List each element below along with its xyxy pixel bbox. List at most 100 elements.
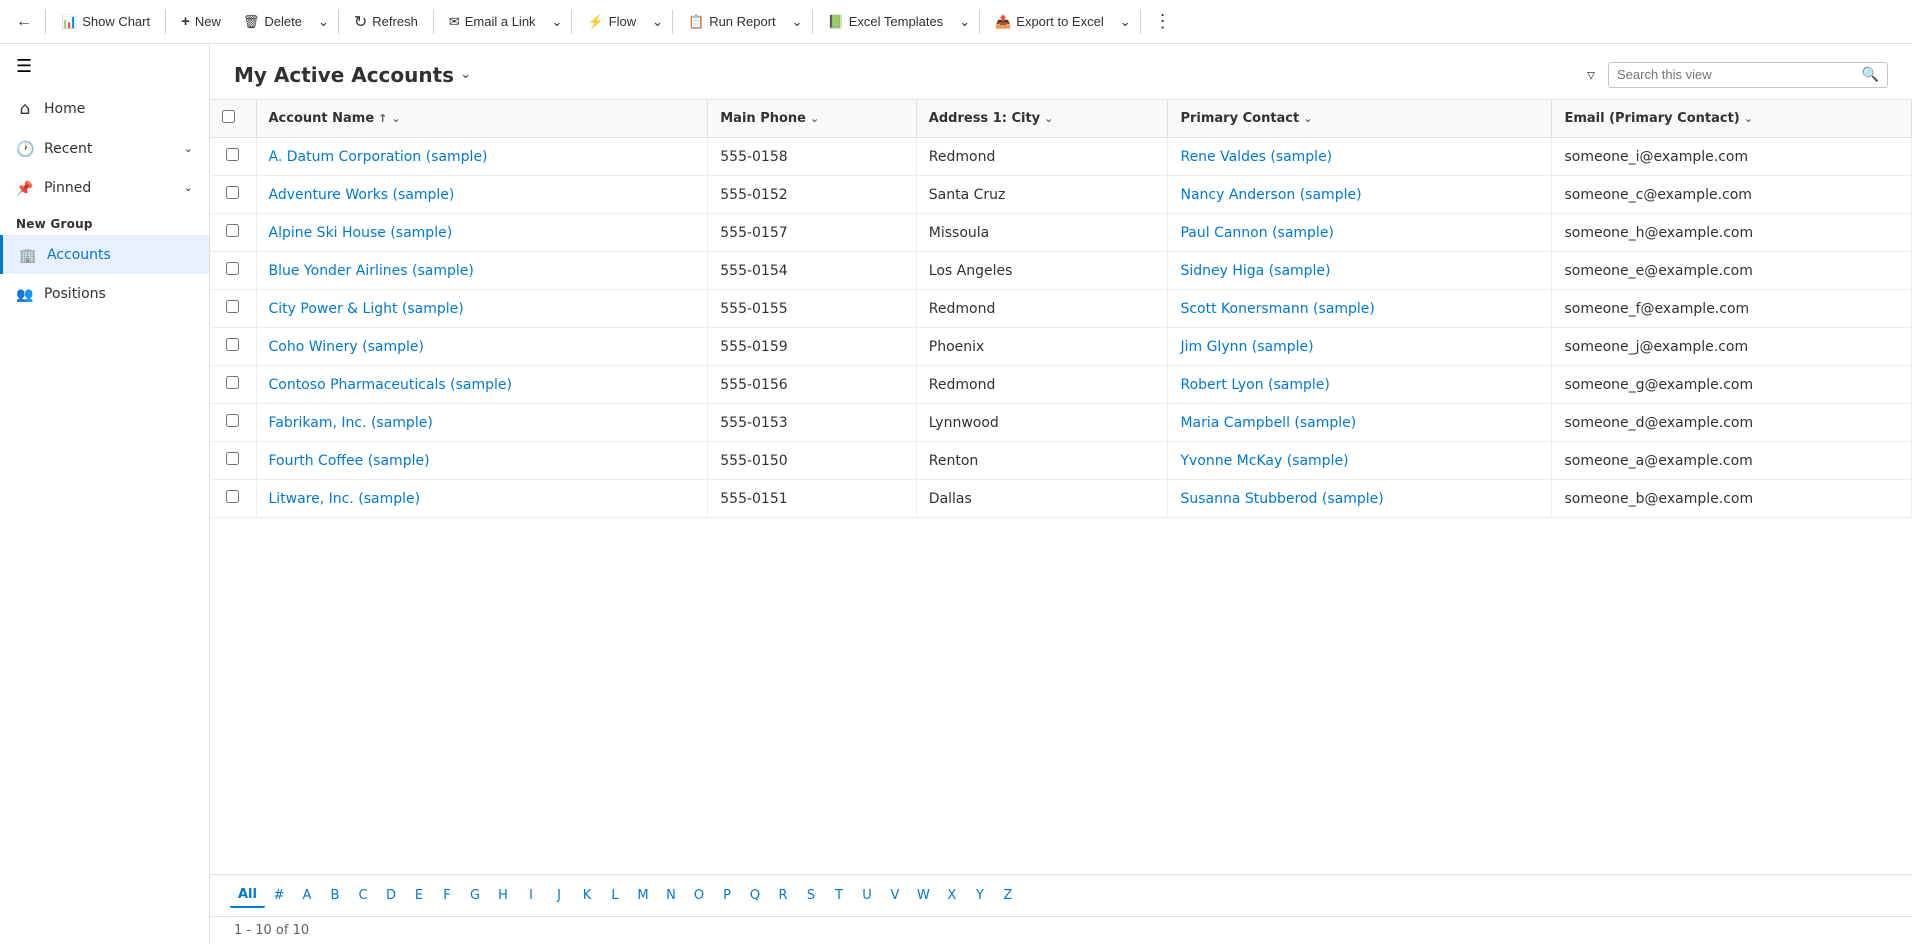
alpha-x[interactable]: X xyxy=(938,884,966,907)
sort-dropdown-icon[interactable]: ⌄ xyxy=(391,112,400,125)
row-account-name-1[interactable]: Adventure Works (sample) xyxy=(256,176,708,214)
new-button[interactable]: New xyxy=(171,7,231,36)
row-check-7[interactable] xyxy=(226,414,239,427)
row-account-name-2[interactable]: Alpine Ski House (sample) xyxy=(256,214,708,252)
row-check-4[interactable] xyxy=(226,300,239,313)
sidebar-item-recent[interactable]: Recent ⌄ xyxy=(0,129,209,168)
th-main-phone[interactable]: Main Phone ⌄ xyxy=(708,100,917,138)
flow-chevron[interactable]: ⌄ xyxy=(648,8,667,36)
select-all-checkbox[interactable] xyxy=(222,110,235,123)
row-contact-6[interactable]: Robert Lyon (sample) xyxy=(1168,366,1552,404)
alpha-all[interactable]: All xyxy=(230,883,265,908)
sidebar-item-accounts[interactable]: Accounts xyxy=(0,235,209,274)
row-check-8[interactable] xyxy=(226,452,239,465)
excel-templates-button[interactable]: Excel Templates xyxy=(818,8,954,36)
row-contact-3[interactable]: Sidney Higa (sample) xyxy=(1168,252,1552,290)
row-checkbox-1[interactable] xyxy=(210,176,256,214)
alpha-i[interactable]: I xyxy=(517,884,545,907)
row-contact-1[interactable]: Nancy Anderson (sample) xyxy=(1168,176,1552,214)
search-icon[interactable]: 🔍 xyxy=(1862,67,1879,83)
alpha-y[interactable]: Y xyxy=(966,884,994,907)
row-check-5[interactable] xyxy=(226,338,239,351)
row-check-9[interactable] xyxy=(226,490,239,503)
row-account-name-9[interactable]: Litware, Inc. (sample) xyxy=(256,480,708,518)
alpha-o[interactable]: O xyxy=(685,884,713,907)
row-contact-4[interactable]: Scott Konersmann (sample) xyxy=(1168,290,1552,328)
row-checkbox-6[interactable] xyxy=(210,366,256,404)
search-input[interactable] xyxy=(1617,67,1856,82)
alpha-a[interactable]: A xyxy=(293,884,321,907)
delete-chevron[interactable]: ⌄ xyxy=(314,8,333,36)
alpha-n[interactable]: N xyxy=(657,884,685,907)
alpha-s[interactable]: S xyxy=(797,884,825,907)
sidebar-item-home[interactable]: Home xyxy=(0,89,209,129)
row-checkbox-0[interactable] xyxy=(210,138,256,176)
more-options-button[interactable] xyxy=(1146,5,1180,38)
row-check-0[interactable] xyxy=(226,148,239,161)
alpha-p[interactable]: P xyxy=(713,884,741,907)
alpha-c[interactable]: C xyxy=(349,884,377,907)
row-contact-5[interactable]: Jim Glynn (sample) xyxy=(1168,328,1552,366)
row-checkbox-8[interactable] xyxy=(210,442,256,480)
run-report-button[interactable]: Run Report xyxy=(678,8,786,36)
alpha-g[interactable]: G xyxy=(461,884,489,907)
row-contact-7[interactable]: Maria Campbell (sample) xyxy=(1168,404,1552,442)
alpha-#[interactable]: # xyxy=(265,884,293,907)
row-account-name-0[interactable]: A. Datum Corporation (sample) xyxy=(256,138,708,176)
hamburger-button[interactable] xyxy=(0,44,209,89)
row-account-name-5[interactable]: Coho Winery (sample) xyxy=(256,328,708,366)
city-sort-icon[interactable]: ⌄ xyxy=(1044,112,1053,125)
excel-templates-chevron[interactable]: ⌄ xyxy=(955,8,974,36)
email-sort-icon[interactable]: ⌄ xyxy=(1744,112,1753,125)
row-check-2[interactable] xyxy=(226,224,239,237)
row-contact-2[interactable]: Paul Cannon (sample) xyxy=(1168,214,1552,252)
show-chart-button[interactable]: Show Chart xyxy=(51,8,160,36)
report-chevron[interactable]: ⌄ xyxy=(788,8,807,36)
export-chevron[interactable]: ⌄ xyxy=(1116,8,1135,36)
refresh-button[interactable]: Refresh xyxy=(344,6,428,38)
sidebar-item-positions[interactable]: Positions xyxy=(0,274,209,313)
export-excel-button[interactable]: Export to Excel xyxy=(985,8,1114,36)
alpha-v[interactable]: V xyxy=(881,884,909,907)
alpha-e[interactable]: E xyxy=(405,884,433,907)
contact-sort-icon[interactable]: ⌄ xyxy=(1303,112,1312,125)
alpha-u[interactable]: U xyxy=(853,884,881,907)
alpha-t[interactable]: T xyxy=(825,884,853,907)
row-checkbox-3[interactable] xyxy=(210,252,256,290)
alpha-l[interactable]: L xyxy=(601,884,629,907)
th-city[interactable]: Address 1: City ⌄ xyxy=(916,100,1168,138)
alpha-j[interactable]: J xyxy=(545,884,573,907)
flow-button[interactable]: Flow xyxy=(577,8,646,36)
row-contact-8[interactable]: Yvonne McKay (sample) xyxy=(1168,442,1552,480)
alpha-m[interactable]: M xyxy=(629,884,657,907)
th-email[interactable]: Email (Primary Contact) ⌄ xyxy=(1552,100,1912,138)
row-contact-9[interactable]: Susanna Stubberod (sample) xyxy=(1168,480,1552,518)
alpha-k[interactable]: K xyxy=(573,884,601,907)
alpha-h[interactable]: H xyxy=(489,884,517,907)
alpha-b[interactable]: B xyxy=(321,884,349,907)
row-account-name-6[interactable]: Contoso Pharmaceuticals (sample) xyxy=(256,366,708,404)
alpha-w[interactable]: W xyxy=(909,884,938,907)
email-chevron[interactable]: ⌄ xyxy=(548,8,567,36)
alpha-d[interactable]: D xyxy=(377,884,405,907)
row-account-name-3[interactable]: Blue Yonder Airlines (sample) xyxy=(256,252,708,290)
alpha-r[interactable]: R xyxy=(769,884,797,907)
row-account-name-8[interactable]: Fourth Coffee (sample) xyxy=(256,442,708,480)
th-account-name[interactable]: Account Name ↑ ⌄ xyxy=(256,100,708,138)
row-check-3[interactable] xyxy=(226,262,239,275)
row-check-6[interactable] xyxy=(226,376,239,389)
delete-button[interactable]: Delete xyxy=(233,8,312,36)
row-checkbox-4[interactable] xyxy=(210,290,256,328)
filter-icon[interactable]: ▿ xyxy=(1582,60,1600,89)
row-checkbox-9[interactable] xyxy=(210,480,256,518)
sidebar-item-pinned[interactable]: Pinned ⌄ xyxy=(0,168,209,207)
alpha-q[interactable]: Q xyxy=(741,884,769,907)
email-link-button[interactable]: Email a Link xyxy=(439,8,546,36)
row-check-1[interactable] xyxy=(226,186,239,199)
alpha-f[interactable]: F xyxy=(433,884,461,907)
row-checkbox-7[interactable] xyxy=(210,404,256,442)
row-contact-0[interactable]: Rene Valdes (sample) xyxy=(1168,138,1552,176)
search-box[interactable]: 🔍 xyxy=(1608,62,1888,88)
th-primary-contact[interactable]: Primary Contact ⌄ xyxy=(1168,100,1552,138)
row-account-name-4[interactable]: City Power & Light (sample) xyxy=(256,290,708,328)
